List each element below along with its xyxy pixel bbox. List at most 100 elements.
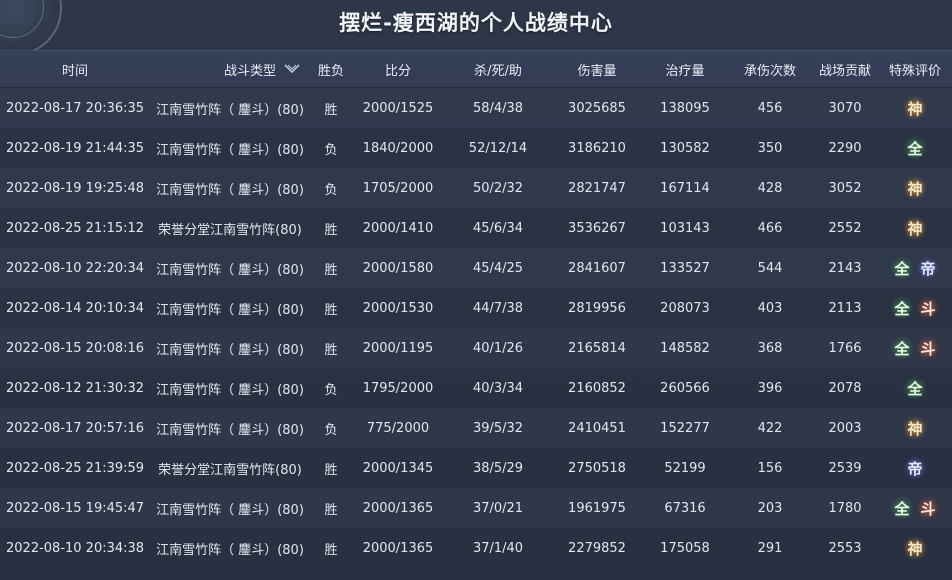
cell-time: 2022-08-17 20:57:16 (6, 420, 145, 436)
cell-score: 2000/1525 (362, 100, 434, 116)
cell-score: 1795/2000 (362, 380, 434, 396)
quan-badge-icon: 全 (903, 136, 927, 160)
cell-result: 负 (324, 382, 338, 398)
cell-damage: 3025685 (568, 100, 626, 116)
cell-type: 江南雪竹阵（ 鏖斗）(80) (156, 262, 304, 278)
cell-heal: 130582 (660, 140, 710, 156)
cell-type: 江南雪竹阵（ 鏖斗）(80) (156, 342, 304, 358)
cell-special: 神 (878, 216, 952, 240)
table-row[interactable]: 2022-08-25 21:15:12 荣誉分堂江南雪竹阵(80) 胜 2000… (0, 208, 952, 248)
cell-kda: 44/7/38 (472, 300, 524, 316)
cell-special: 神 (878, 536, 952, 560)
cell-kda: 45/6/34 (472, 220, 524, 236)
cell-result: 胜 (324, 302, 338, 318)
shen-badge-icon: 神 (903, 416, 927, 440)
table-row[interactable]: 2022-08-19 21:44:35 江南雪竹阵（ 鏖斗）(80) 负 184… (0, 128, 952, 168)
shen-badge-icon: 神 (903, 536, 927, 560)
cell-time: 2022-08-19 21:44:35 (6, 140, 145, 156)
table-row[interactable]: 2022-08-17 20:36:35 江南雪竹阵（ 鏖斗）(80) 胜 200… (0, 88, 952, 128)
cell-score: 2000/1410 (362, 220, 434, 236)
cell-score: 2000/1195 (362, 340, 434, 356)
cell-time: 2022-08-25 21:39:59 (6, 460, 145, 476)
table-row[interactable]: 2022-08-10 22:20:34 江南雪竹阵（ 鏖斗）(80) 胜 200… (0, 248, 952, 288)
cell-hits-taken: 350 (757, 140, 783, 156)
cell-damage: 1961975 (568, 500, 626, 516)
title-bar: 摆烂-瘦西湖的个人战绩中心 (0, 0, 952, 44)
di-badge-icon: 帝 (916, 256, 940, 280)
header-type[interactable]: 战斗类型 (150, 60, 310, 79)
cell-special: 全 (878, 136, 952, 160)
table-row[interactable]: 2022-08-19 19:25:48 江南雪竹阵（ 鏖斗）(80) 负 170… (0, 168, 952, 208)
cell-heal: 175058 (660, 540, 710, 556)
cell-special: 全斗 (878, 336, 952, 360)
table-row[interactable]: 2022-08-17 20:57:16 江南雪竹阵（ 鏖斗）(80) 负 775… (0, 408, 952, 448)
cell-type: 江南雪竹阵（ 鏖斗）(80) (156, 102, 304, 118)
cell-heal: 208073 (660, 300, 710, 316)
cell-score: 2000/1365 (362, 500, 434, 516)
cell-score: 2000/1580 (362, 260, 434, 276)
table-row[interactable]: 2022-08-15 19:45:47 江南雪竹阵（ 鏖斗）(80) 胜 200… (0, 488, 952, 528)
cell-heal: 152277 (660, 420, 710, 436)
cell-contribution: 2113 (828, 300, 862, 316)
cell-time: 2022-08-17 20:36:35 (6, 100, 145, 116)
header-heal: 治疗量 (665, 63, 705, 79)
shen-badge-icon: 神 (903, 96, 927, 120)
header-time: 时间 (61, 63, 88, 79)
cell-contribution: 2539 (828, 460, 862, 476)
quan-badge-icon: 全 (890, 256, 914, 280)
cell-type: 江南雪竹阵（ 鏖斗）(80) (156, 142, 304, 158)
cell-score: 775/2000 (366, 420, 430, 436)
cell-hits-taken: 456 (757, 100, 783, 116)
cell-time: 2022-08-19 19:25:48 (6, 180, 145, 196)
cell-damage: 2821747 (568, 180, 626, 196)
table-row[interactable]: 2022-08-25 21:39:59 荣誉分堂江南雪竹阵(80) 胜 2000… (0, 448, 952, 488)
header-contribution: 战场贡献 (818, 63, 871, 79)
cell-kda: 38/5/29 (472, 460, 524, 476)
cell-result: 胜 (324, 462, 338, 478)
cell-damage: 2160852 (568, 380, 626, 396)
header-special: 特殊评价 (888, 63, 941, 79)
page-title: 摆烂-瘦西湖的个人战绩中心 (339, 11, 613, 35)
cell-result: 胜 (324, 222, 338, 238)
cell-damage: 2750518 (568, 460, 626, 476)
cell-kda: 40/1/26 (472, 340, 524, 356)
table-row[interactable]: 2022-08-15 20:08:16 江南雪竹阵（ 鏖斗）(80) 胜 200… (0, 328, 952, 368)
cell-special: 神 (878, 176, 952, 200)
cell-heal: 103143 (660, 220, 710, 236)
cell-type: 荣誉分堂江南雪竹阵(80) (158, 462, 302, 478)
cell-hits-taken: 156 (757, 460, 783, 476)
cell-result: 胜 (324, 542, 338, 558)
cell-contribution: 2553 (828, 540, 862, 556)
cell-damage: 2165814 (568, 340, 626, 356)
table-row[interactable]: 2022-08-12 21:30:32 江南雪竹阵（ 鏖斗）(80) 负 179… (0, 368, 952, 408)
cell-type: 江南雪竹阵（ 鏖斗）(80) (156, 302, 304, 318)
quan-badge-icon: 全 (890, 296, 914, 320)
table-row[interactable]: 2022-08-14 20:10:34 江南雪竹阵（ 鏖斗）(80) 胜 200… (0, 288, 952, 328)
shen-badge-icon: 神 (903, 216, 927, 240)
cell-type: 荣誉分堂江南雪竹阵(80) (158, 222, 302, 238)
cell-hits-taken: 403 (757, 300, 783, 316)
cell-contribution: 3070 (828, 100, 862, 116)
table-row[interactable]: 2022-08-10 20:34:38 江南雪竹阵（ 鏖斗）(80) 胜 200… (0, 528, 952, 568)
cell-special: 神 (878, 416, 952, 440)
cell-hits-taken: 466 (757, 220, 783, 236)
cell-heal: 167114 (660, 180, 710, 196)
cell-special: 神 (878, 96, 952, 120)
battle-record-window: 摆烂-瘦西湖的个人战绩中心 时间 战斗类型 胜负 比分 杀/死/助 伤害量 治疗… (0, 0, 952, 580)
cell-kda: 37/0/21 (472, 500, 524, 516)
cell-time: 2022-08-15 20:08:16 (6, 340, 145, 356)
cell-kda: 52/12/14 (468, 140, 528, 156)
cell-damage: 3186210 (568, 140, 626, 156)
chevron-down-icon[interactable] (284, 64, 300, 74)
cell-type: 江南雪竹阵（ 鏖斗）(80) (156, 182, 304, 198)
cell-score: 2000/1345 (362, 460, 434, 476)
shen-badge-icon: 神 (903, 176, 927, 200)
cell-result: 胜 (324, 262, 338, 278)
cell-hits-taken: 544 (757, 260, 783, 276)
cell-heal: 260566 (660, 380, 710, 396)
cell-time: 2022-08-10 20:34:38 (6, 540, 145, 556)
cell-kda: 45/4/25 (472, 260, 524, 276)
cell-time: 2022-08-10 22:20:34 (6, 260, 145, 276)
cell-special: 全帝 (878, 256, 952, 280)
table-header: 时间 战斗类型 胜负 比分 杀/死/助 伤害量 治疗量 承伤次数 战场贡献 特殊… (0, 50, 952, 88)
